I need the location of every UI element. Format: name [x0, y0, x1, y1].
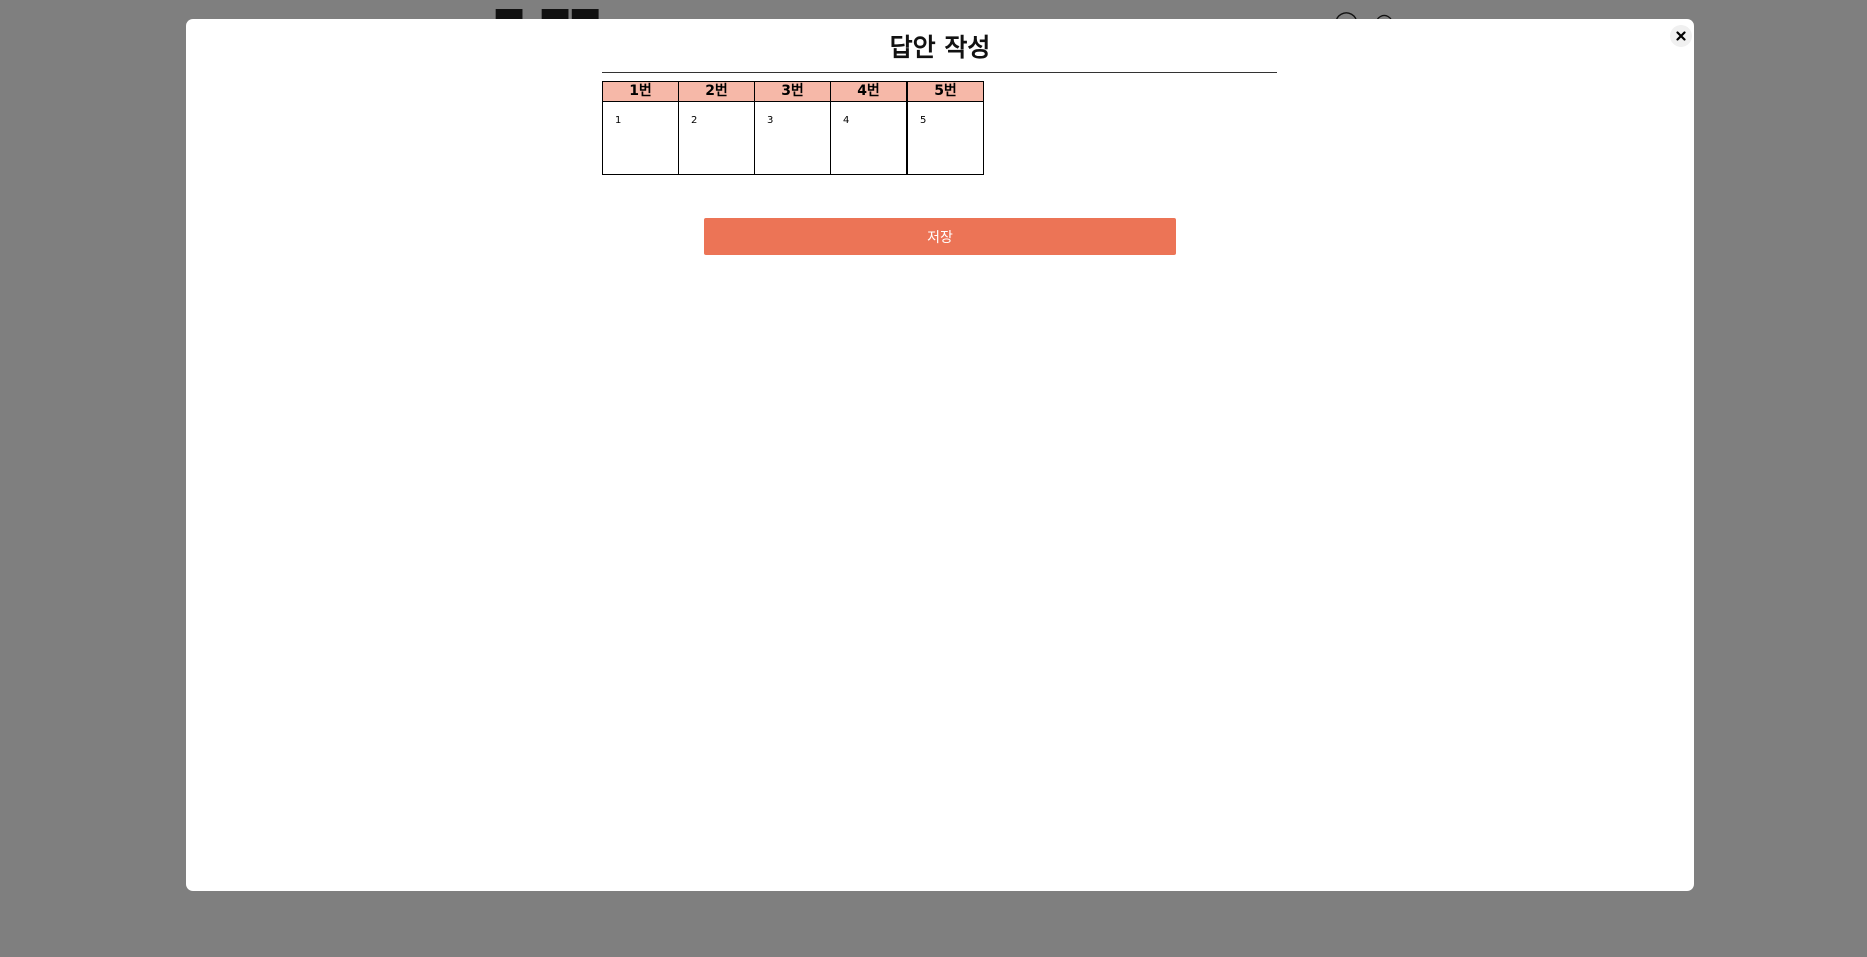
title-divider	[602, 72, 1277, 73]
answer-input-2[interactable]: 2	[679, 102, 754, 174]
answer-header-4: 4번	[831, 82, 906, 102]
answer-input-5[interactable]: 5	[908, 102, 983, 174]
answer-input-4[interactable]: 4	[831, 102, 906, 174]
answer-column-3: 3번 3	[754, 81, 831, 175]
answer-input-1[interactable]: 1	[603, 102, 678, 174]
answer-header-3: 3번	[755, 82, 830, 102]
answer-grid: 1번 1 2번 2 3번 3 4번 4 5번 5	[602, 81, 984, 175]
answer-column-4: 4번 4	[830, 81, 907, 175]
answer-header-2: 2번	[679, 82, 754, 102]
answer-column-1: 1번 1	[602, 81, 679, 175]
answer-header-1: 1번	[603, 82, 678, 102]
save-button[interactable]: 저장	[704, 218, 1176, 255]
answer-column-5: 5번 5	[906, 81, 984, 175]
answer-column-2: 2번 2	[678, 81, 755, 175]
modal-title: 답안 작성	[889, 33, 991, 62]
answer-modal: 답안 작성 1번 1 2번 2 3번 3 4번 4 5번 5 저장	[186, 19, 1694, 891]
answer-header-5: 5번	[908, 82, 983, 102]
answer-input-3[interactable]: 3	[755, 102, 830, 174]
